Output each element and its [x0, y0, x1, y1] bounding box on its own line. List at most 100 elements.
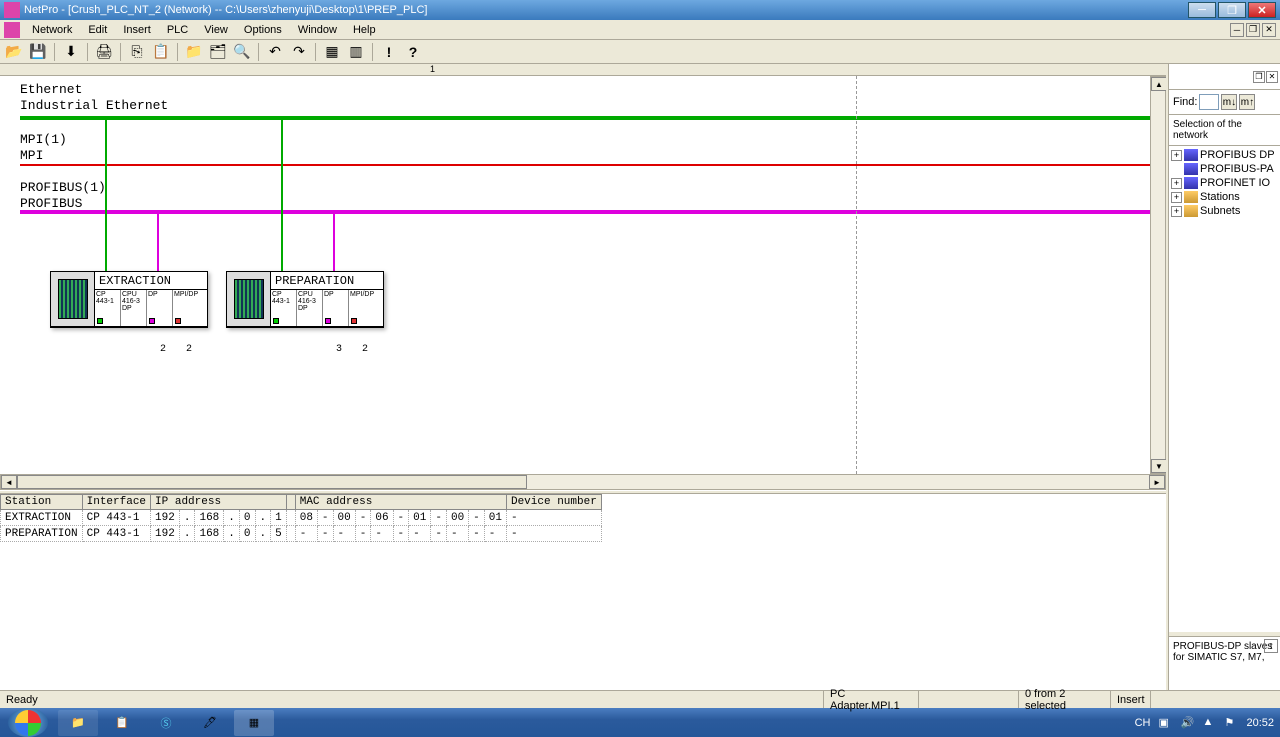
- tray-network-icon[interactable]: ▣: [1158, 716, 1172, 730]
- station-extraction[interactable]: EXTRACTION CP 443-1 CPU 416-3 DP DP MPI/…: [50, 271, 208, 328]
- task-explorer[interactable]: 📁: [58, 710, 98, 736]
- menu-window[interactable]: Window: [290, 22, 345, 38]
- tree-subnets[interactable]: +Subnets: [1171, 204, 1278, 218]
- print-icon[interactable]: 🖨: [94, 42, 114, 62]
- canvas-vscroll[interactable]: ▲ ▼: [1150, 76, 1166, 474]
- s2-num1: 3: [336, 344, 342, 355]
- th-spacer[interactable]: [286, 495, 295, 510]
- statusbar: Ready PC Adapter.MPI.1 0 from 2 selected…: [0, 690, 1280, 708]
- menu-options[interactable]: Options: [236, 22, 290, 38]
- tray-flag-icon[interactable]: ⚑: [1224, 716, 1238, 730]
- task-netpro[interactable]: ▦: [234, 710, 274, 736]
- profibus1-label[interactable]: PROFIBUS(1): [20, 180, 106, 195]
- catalog-restore-icon[interactable]: ❐: [1253, 71, 1265, 83]
- catalog-close-icon[interactable]: ✕: [1266, 71, 1278, 83]
- network-canvas-area: 1 Ethernet Industrial Ethernet MPI(1) MP…: [0, 64, 1166, 474]
- mdi-close[interactable]: ✕: [1262, 23, 1276, 37]
- pb-drop-s2: [333, 210, 335, 271]
- canvas-hscroll[interactable]: ◄ ►: [0, 474, 1166, 490]
- vscroll-down-icon[interactable]: ▼: [1151, 459, 1166, 473]
- station-title: PREPARATION: [271, 272, 383, 290]
- menubar: Network Edit Insert PLC View Options Win…: [0, 20, 1280, 40]
- tree-profinet-io[interactable]: +PROFINET IO: [1171, 176, 1278, 190]
- menu-network[interactable]: Network: [24, 22, 80, 38]
- vscroll-up-icon[interactable]: ▲: [1151, 77, 1166, 91]
- window-minimize[interactable]: ─: [1188, 2, 1216, 18]
- station-preparation[interactable]: PREPARATION CP 443-1 CPU 416-3 DP DP MPI…: [226, 271, 384, 328]
- profibus-line[interactable]: [20, 210, 1156, 214]
- mpi1-label[interactable]: MPI(1): [20, 132, 67, 147]
- view1-icon[interactable]: ▦: [322, 42, 342, 62]
- toolbar: 📂 💾 ⬇ 🖨 ⎘ 📋 📁 🗂 🔍 ↶ ↷ ▦ ▥ ! ?: [0, 40, 1280, 64]
- save-icon[interactable]: 💾: [28, 42, 48, 62]
- ethernet-line[interactable]: [20, 116, 1156, 120]
- task-app4[interactable]: 🖊: [190, 710, 230, 736]
- th-interface[interactable]: Interface: [82, 495, 150, 510]
- menu-view[interactable]: View: [196, 22, 236, 38]
- slot-dp[interactable]: DP: [323, 290, 349, 326]
- mdi-restore[interactable]: ❐: [1246, 23, 1260, 37]
- th-mac[interactable]: MAC address: [295, 495, 506, 510]
- table-row[interactable]: EXTRACTION CP 443-1 192.168.0.1 08-00-06…: [1, 510, 602, 526]
- station-plc-icon: [227, 272, 271, 326]
- window-maximize[interactable]: ❐: [1218, 2, 1246, 18]
- hardware-icon[interactable]: 🗂: [208, 42, 228, 62]
- task-skype[interactable]: Ⓢ: [146, 710, 186, 736]
- copy-icon[interactable]: ⎘: [127, 42, 147, 62]
- hscroll-left-icon[interactable]: ◄: [1, 475, 17, 489]
- search-icon[interactable]: 🔍: [232, 42, 252, 62]
- slot-dp[interactable]: DP: [147, 290, 173, 326]
- station-plc-icon: [51, 272, 95, 326]
- hscroll-right-icon[interactable]: ►: [1149, 475, 1165, 489]
- status-ready: Ready: [0, 694, 823, 706]
- tree-profibus-pa[interactable]: +PROFIBUS-PA: [1171, 162, 1278, 176]
- find-input[interactable]: [1199, 94, 1219, 110]
- th-ip[interactable]: IP address: [151, 495, 287, 510]
- open-icon[interactable]: 📂: [4, 42, 24, 62]
- paste-icon[interactable]: 📋: [151, 42, 171, 62]
- network-canvas[interactable]: Ethernet Industrial Ethernet MPI(1) MPI …: [0, 76, 1166, 474]
- mpi-line[interactable]: [20, 164, 1156, 166]
- catalog-tree[interactable]: +PROFIBUS DP +PROFIBUS-PA +PROFINET IO +…: [1169, 146, 1280, 632]
- th-devnum[interactable]: Device number: [506, 495, 601, 510]
- titlebar: NetPro - [Crush_PLC_NT_2 (Network) -- C:…: [0, 0, 1280, 20]
- download-icon[interactable]: ⬇: [61, 42, 81, 62]
- titlebar-text: NetPro - [Crush_PLC_NT_2 (Network) -- C:…: [24, 4, 1186, 16]
- slot-cp[interactable]: CP 443-1: [95, 290, 121, 326]
- menu-insert[interactable]: Insert: [115, 22, 159, 38]
- eth-drop-s1: [105, 116, 107, 271]
- slot-cpu[interactable]: CPU 416-3 DP: [121, 290, 147, 326]
- tray-sound-icon[interactable]: 🔊: [1180, 716, 1194, 730]
- info-icon[interactable]: !: [379, 42, 399, 62]
- tree-stations[interactable]: +Stations: [1171, 190, 1278, 204]
- menu-plc[interactable]: PLC: [159, 22, 196, 38]
- menu-edit[interactable]: Edit: [80, 22, 115, 38]
- find-down-icon[interactable]: m↓: [1221, 94, 1237, 110]
- view2-icon[interactable]: ▥: [346, 42, 366, 62]
- slot-cpu[interactable]: CPU 416-3 DP: [297, 290, 323, 326]
- start-button[interactable]: [8, 708, 48, 737]
- find-up-icon[interactable]: m↑: [1239, 94, 1255, 110]
- undo-icon[interactable]: ↶: [265, 42, 285, 62]
- context-help-icon[interactable]: ?: [403, 42, 423, 62]
- table-row[interactable]: PREPARATION CP 443-1 192.168.0.5 -------…: [1, 526, 602, 542]
- tree-profibus-dp[interactable]: +PROFIBUS DP: [1171, 148, 1278, 162]
- hscroll-thumb[interactable]: [17, 475, 527, 489]
- redo-icon[interactable]: ↷: [289, 42, 309, 62]
- slot-mpidp[interactable]: MPI/DP: [173, 290, 199, 326]
- menu-help[interactable]: Help: [345, 22, 384, 38]
- eth-drop-s2: [281, 116, 283, 271]
- catalog-icon[interactable]: 📁: [184, 42, 204, 62]
- tray-time[interactable]: 20:52: [1246, 717, 1274, 729]
- task-app2[interactable]: 📋: [102, 710, 142, 736]
- mdi-minimize[interactable]: ─: [1230, 23, 1244, 37]
- tray-lang[interactable]: CH: [1135, 717, 1151, 729]
- s1-num1: 2: [160, 344, 166, 355]
- slot-mpidp[interactable]: MPI/DP: [349, 290, 375, 326]
- window-close[interactable]: ✕: [1248, 2, 1276, 18]
- slot-cp[interactable]: CP 443-1: [271, 290, 297, 326]
- desc-pin-icon[interactable]: ⟟: [1264, 639, 1278, 653]
- th-station[interactable]: Station: [1, 495, 83, 510]
- ethernet-label[interactable]: Ethernet: [20, 82, 82, 97]
- tray-chevron-icon[interactable]: ▲: [1202, 716, 1216, 730]
